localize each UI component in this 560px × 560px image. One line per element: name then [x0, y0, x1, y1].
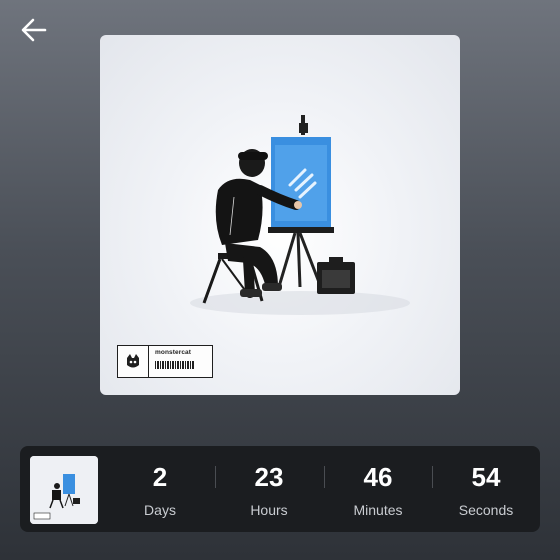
countdown-hours: 23 Hours	[215, 446, 323, 532]
countdown-minutes: 46 Minutes	[324, 446, 432, 532]
arrow-left-icon	[21, 18, 47, 42]
hours-label: Hours	[250, 502, 288, 518]
seconds-label: Seconds	[458, 502, 514, 518]
hours-value: 23	[254, 462, 284, 492]
label-badge: monstercat	[117, 345, 213, 378]
label-brand-text: monstercat	[155, 349, 192, 356]
countdown-seconds: 54 Seconds	[432, 446, 540, 532]
minutes-value: 46	[363, 462, 393, 492]
artwork-scene	[190, 115, 410, 315]
days-label: Days	[144, 502, 176, 518]
countdown-days: 2 Days	[106, 446, 214, 532]
release-thumbnail	[30, 456, 98, 524]
countdown-bar: 2 Days 23 Hours 46 Minutes 54 Seconds	[20, 446, 540, 532]
minutes-label: Minutes	[353, 502, 403, 518]
monstercat-logo-icon	[118, 346, 149, 377]
days-value: 2	[152, 462, 168, 492]
barcode-graphic	[155, 361, 195, 369]
album-artwork: monstercat	[100, 35, 460, 395]
seconds-value: 54	[471, 462, 501, 492]
back-button[interactable]	[18, 14, 50, 46]
